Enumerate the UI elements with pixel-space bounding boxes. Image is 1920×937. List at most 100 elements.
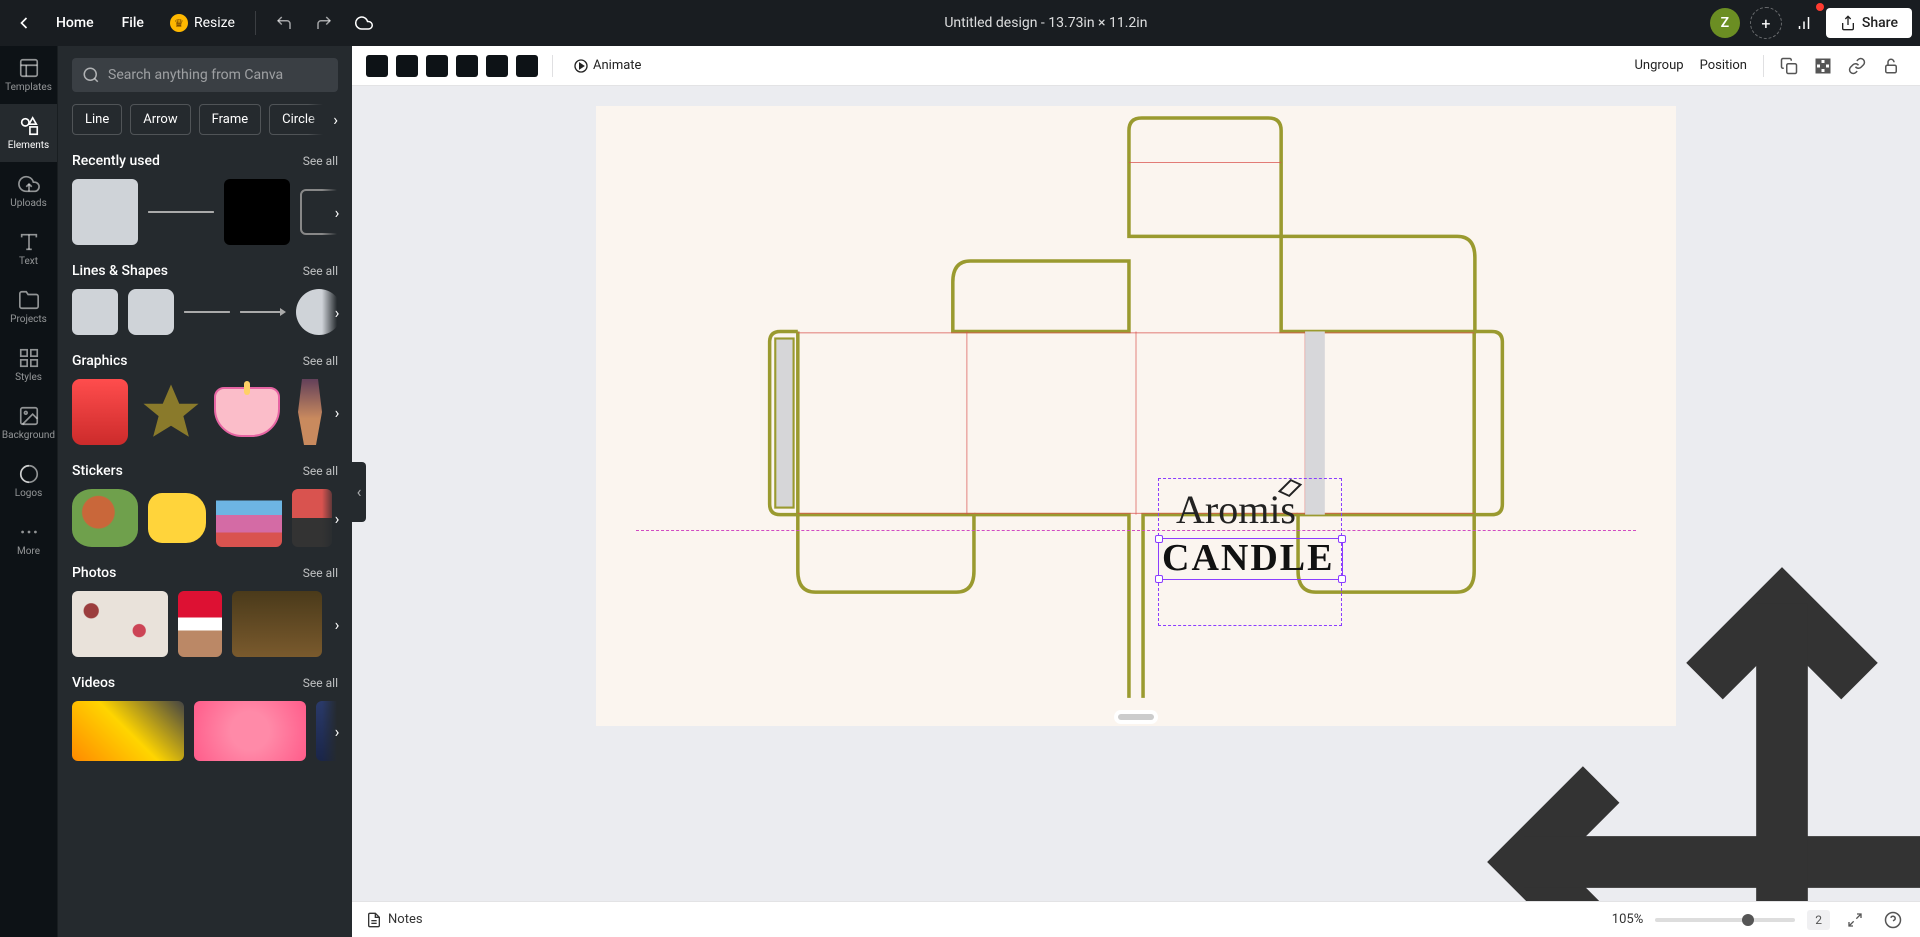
left-rail: Templates Elements Uploads Text Projects… bbox=[0, 46, 58, 937]
row-scroll-right[interactable]: › bbox=[322, 591, 352, 657]
video-item[interactable] bbox=[72, 701, 184, 761]
chip-frame[interactable]: Frame bbox=[199, 104, 262, 135]
photo-item[interactable] bbox=[232, 591, 322, 657]
row-scroll-right[interactable]: › bbox=[322, 379, 352, 445]
rail-templates[interactable]: Templates bbox=[0, 46, 57, 104]
topbar: Home File ♛ Resize Untitled design - 13.… bbox=[0, 0, 1920, 46]
bottom-bar: Notes 105% 2 bbox=[352, 901, 1920, 937]
animate-button[interactable]: Animate bbox=[567, 54, 647, 78]
page-handle[interactable] bbox=[1118, 714, 1154, 720]
section-graphics-title: Graphics bbox=[72, 353, 128, 369]
hide-panel-handle[interactable]: ‹ bbox=[352, 462, 366, 522]
row-scroll-right[interactable]: › bbox=[322, 179, 352, 245]
row-scroll-right[interactable]: › bbox=[322, 701, 352, 761]
rail-more[interactable]: More bbox=[0, 510, 57, 568]
share-button[interactable]: Share bbox=[1826, 8, 1912, 38]
document-title[interactable]: Untitled design - 13.73in × 11.2in bbox=[944, 15, 1147, 31]
home-button[interactable]: Home bbox=[44, 7, 106, 39]
link-button[interactable] bbox=[1842, 51, 1872, 81]
rail-text[interactable]: Text bbox=[0, 220, 57, 278]
copy-style-button[interactable] bbox=[1774, 51, 1804, 81]
notes-icon bbox=[366, 912, 382, 928]
row-scroll-right[interactable]: › bbox=[322, 289, 352, 335]
color-swatch[interactable] bbox=[456, 55, 478, 77]
cloud-sync-icon[interactable] bbox=[346, 5, 382, 41]
rail-logos[interactable]: Logos bbox=[0, 452, 57, 510]
rail-styles[interactable]: Styles bbox=[0, 336, 57, 394]
color-swatch[interactable] bbox=[516, 55, 538, 77]
ungroup-button[interactable]: Ungroup bbox=[1629, 54, 1690, 77]
section-photos-title: Photos bbox=[72, 565, 116, 581]
section-recent-title: Recently used bbox=[72, 153, 160, 169]
help-button[interactable] bbox=[1880, 907, 1906, 933]
canvas-toolbar: Animate Ungroup Position bbox=[352, 46, 1920, 86]
shape-item[interactable] bbox=[240, 308, 286, 316]
insights-button[interactable] bbox=[1786, 5, 1822, 41]
section-recent-seeall[interactable]: See all bbox=[303, 154, 338, 168]
shape-item[interactable] bbox=[128, 289, 174, 335]
zoom-percent[interactable]: 105% bbox=[1612, 912, 1643, 927]
divider bbox=[552, 55, 553, 77]
canva-logo-icon[interactable] bbox=[14, 13, 34, 33]
redo-button[interactable] bbox=[306, 5, 342, 41]
graphic-item[interactable] bbox=[72, 379, 128, 445]
shape-item[interactable] bbox=[72, 289, 118, 335]
undo-button[interactable] bbox=[266, 5, 302, 41]
section-videos-seeall[interactable]: See all bbox=[303, 676, 338, 690]
color-swatch[interactable] bbox=[396, 55, 418, 77]
photo-item[interactable] bbox=[72, 591, 168, 657]
section-lines-seeall[interactable]: See all bbox=[303, 264, 338, 278]
rail-uploads[interactable]: Uploads bbox=[0, 162, 57, 220]
page-indicator[interactable]: 2 bbox=[1807, 910, 1830, 930]
position-button[interactable]: Position bbox=[1694, 54, 1753, 77]
resize-button[interactable]: ♛ Resize bbox=[160, 8, 245, 38]
section-graphics-seeall[interactable]: See all bbox=[303, 354, 338, 368]
alignment-guide bbox=[636, 530, 1636, 531]
elements-panel: Line Arrow Frame Circle Square › Recentl… bbox=[58, 46, 352, 937]
section-lines-title: Lines & Shapes bbox=[72, 263, 168, 279]
color-swatch[interactable] bbox=[426, 55, 448, 77]
user-avatar[interactable]: Z bbox=[1710, 8, 1740, 38]
row-scroll-right[interactable]: › bbox=[322, 489, 352, 547]
color-swatch[interactable] bbox=[486, 55, 508, 77]
artboard[interactable]: Aromis CANDLE bbox=[596, 106, 1676, 726]
sticker-item[interactable] bbox=[72, 489, 138, 547]
transparency-button[interactable] bbox=[1808, 51, 1838, 81]
divider bbox=[255, 11, 256, 35]
divider bbox=[1763, 55, 1764, 77]
chip-line[interactable]: Line bbox=[72, 104, 122, 135]
search-icon bbox=[82, 66, 100, 84]
recent-item[interactable] bbox=[148, 207, 214, 217]
graphic-item[interactable] bbox=[138, 379, 204, 445]
sticker-item[interactable] bbox=[148, 493, 206, 543]
fullscreen-button[interactable] bbox=[1842, 907, 1868, 933]
section-stickers-title: Stickers bbox=[72, 463, 123, 479]
graphic-item[interactable] bbox=[214, 387, 280, 437]
shape-item[interactable] bbox=[184, 308, 230, 316]
notes-button[interactable]: Notes bbox=[366, 912, 423, 928]
chip-arrow[interactable]: Arrow bbox=[130, 104, 190, 135]
search-input[interactable] bbox=[108, 67, 328, 83]
zoom-slider[interactable] bbox=[1655, 918, 1795, 922]
video-item[interactable] bbox=[194, 701, 306, 761]
sticker-item[interactable] bbox=[216, 489, 282, 547]
recent-item[interactable] bbox=[224, 179, 290, 245]
color-swatch[interactable] bbox=[366, 55, 388, 77]
recent-item[interactable] bbox=[72, 179, 138, 245]
rail-projects[interactable]: Projects bbox=[0, 278, 57, 336]
section-stickers-seeall[interactable]: See all bbox=[303, 464, 338, 478]
move-cursor-icon bbox=[1242, 552, 1920, 901]
rail-background[interactable]: Background bbox=[0, 394, 57, 452]
search-box[interactable] bbox=[72, 58, 338, 92]
chip-scroll-right[interactable]: › bbox=[308, 104, 338, 135]
share-icon bbox=[1840, 15, 1856, 31]
brand-script-text[interactable]: Aromis bbox=[1176, 486, 1296, 533]
section-photos-seeall[interactable]: See all bbox=[303, 566, 338, 580]
file-button[interactable]: File bbox=[110, 7, 156, 39]
notification-dot bbox=[1816, 3, 1824, 11]
lock-button[interactable] bbox=[1876, 51, 1906, 81]
rail-elements[interactable]: Elements bbox=[0, 104, 57, 162]
add-collaborator-button[interactable]: + bbox=[1750, 7, 1782, 39]
photo-item[interactable] bbox=[178, 591, 222, 657]
animate-icon bbox=[573, 58, 589, 74]
